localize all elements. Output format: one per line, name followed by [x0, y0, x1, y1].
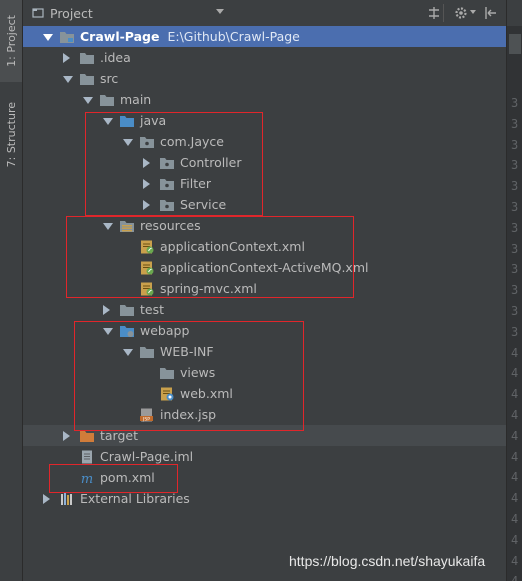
tree-node-label: Crawl-Page — [80, 29, 160, 44]
editor-tab-fragment — [509, 34, 521, 54]
tree-node-label: Crawl-Page.iml — [100, 449, 194, 464]
line-number: 4 — [511, 532, 519, 547]
tree-node-label: test — [140, 302, 165, 317]
line-number: 3 — [511, 262, 519, 277]
line-number: 3 — [511, 179, 519, 194]
project-tab-label: 1: Project — [4, 15, 18, 67]
line-number: 4 — [511, 387, 519, 402]
tree-node-label: main — [120, 92, 152, 107]
chevron-down-icon[interactable] — [216, 9, 224, 14]
tree-node[interactable]: main — [23, 89, 506, 110]
structure-tool-tab[interactable]: 7: Structure — [0, 90, 22, 180]
line-number: 3 — [511, 116, 519, 131]
editor-gutter: 3333333333334444444444444 — [506, 0, 522, 581]
folder-icon — [79, 72, 95, 86]
folder-icon — [79, 51, 95, 65]
toolbar-divider — [443, 4, 444, 22]
module-folder-icon — [59, 30, 75, 44]
tree-node[interactable]: Crawl-Page E:\Github\Crawl-Page — [23, 26, 506, 47]
hide-panel-icon[interactable] — [483, 5, 499, 21]
tree-node-label: .idea — [100, 50, 131, 65]
structure-tab-label: 7: Structure — [4, 102, 18, 168]
line-number: 4 — [511, 428, 519, 443]
project-panel-header: Project — [23, 0, 506, 27]
line-number: 3 — [511, 324, 519, 339]
expand-arrow-open-icon[interactable] — [83, 96, 93, 104]
line-number: 3 — [511, 304, 519, 318]
folder-icon — [119, 303, 135, 317]
view-selector-label[interactable]: Project — [50, 6, 93, 21]
expand-arrow-closed-icon[interactable] — [63, 430, 70, 441]
line-number: 3 — [511, 241, 519, 256]
gear-icon[interactable] — [453, 5, 469, 21]
line-number: 3 — [511, 96, 519, 110]
line-number: 3 — [511, 220, 519, 235]
line-number: 3 — [511, 158, 519, 173]
tree-node[interactable]: src — [23, 68, 506, 89]
project-view-icon — [32, 8, 44, 18]
folder-icon — [99, 93, 115, 107]
annotation-box-webapp — [74, 321, 304, 431]
tree-node-label: src — [100, 71, 119, 86]
expand-arrow-open-icon[interactable] — [63, 75, 73, 83]
line-number: 3 — [511, 200, 519, 214]
project-path: E:\Github\Crawl-Page — [167, 29, 300, 44]
line-number: 3 — [511, 283, 519, 298]
annotation-box-java — [85, 112, 263, 216]
libraries-icon — [59, 492, 75, 506]
line-number: 4 — [511, 366, 519, 381]
line-number: 4 — [511, 553, 519, 568]
expand-arrow-open-icon[interactable] — [43, 33, 53, 41]
iml-file-icon — [79, 450, 95, 464]
line-number: 3 — [511, 137, 519, 152]
annotation-box-resources — [66, 216, 354, 298]
line-number: 4 — [511, 512, 519, 526]
tree-node-label: External Libraries — [80, 491, 190, 506]
line-number: 4 — [511, 491, 519, 506]
expand-arrow-closed-icon[interactable] — [63, 52, 70, 63]
line-number: 4 — [511, 470, 519, 485]
line-number: 4 — [511, 449, 519, 464]
project-tree: Crawl-Page E:\Github\Crawl-Page .idea src ma… — [23, 26, 506, 581]
line-number: 4 — [511, 574, 518, 581]
scroll-from-source-icon[interactable] — [426, 5, 442, 21]
watermark-text: https://blog.csdn.net/shayukaifa — [289, 553, 486, 569]
line-number: 4 — [511, 408, 519, 422]
line-number: 4 — [511, 345, 519, 360]
expand-arrow-closed-icon[interactable] — [103, 304, 110, 315]
tree-node[interactable]: test — [23, 299, 506, 320]
expand-arrow-closed-icon[interactable] — [43, 493, 50, 504]
tree-node[interactable]: .idea — [23, 47, 506, 68]
project-tool-tab[interactable]: 1: Project — [0, 0, 22, 82]
gear-dropdown-icon[interactable] — [470, 10, 476, 14]
tool-window-stripe: 1: Project 7: Structure — [0, 0, 23, 581]
annotation-box-pom — [49, 464, 178, 493]
